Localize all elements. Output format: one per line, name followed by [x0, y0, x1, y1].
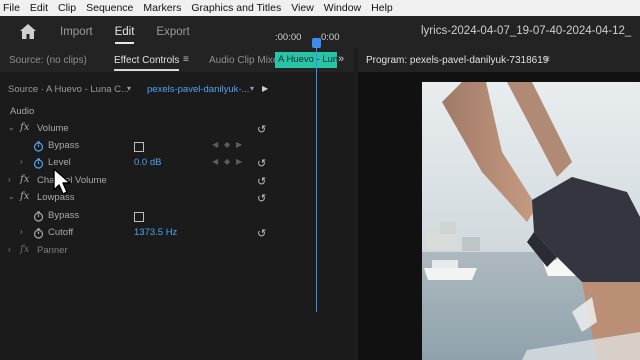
- stopwatch-icon[interactable]: [33, 158, 44, 169]
- stopwatch-icon[interactable]: [33, 141, 44, 152]
- audio-header: Audio: [0, 104, 272, 121]
- effect-controls-panel: Source · A Huevo - Luna C... ▾ pexels-pa…: [0, 72, 354, 360]
- panel-menu-icon[interactable]: ≡: [544, 54, 550, 65]
- fx-icon[interactable]: fx: [20, 191, 29, 202]
- add-keyframe-icon[interactable]: ◆: [224, 157, 230, 166]
- stopwatch-icon[interactable]: [33, 211, 44, 222]
- ruler-time-right: 0:00: [321, 32, 340, 43]
- reset-icon[interactable]: ↺: [257, 227, 266, 240]
- menu-view[interactable]: View: [291, 2, 314, 14]
- fx-icon[interactable]: fx: [20, 244, 29, 255]
- menu-markers[interactable]: Markers: [143, 2, 181, 14]
- cutoff-label: Cutoff: [48, 227, 74, 238]
- program-tabs: Program: pexels-pavel-danilyuk-7318619 ≡: [358, 48, 640, 72]
- video-frame-image: [422, 82, 640, 360]
- bypass-label: Bypass: [48, 210, 80, 221]
- video-frame[interactable]: [422, 82, 640, 360]
- program-monitor: Program: pexels-pavel-danilyuk-7318619 ≡: [358, 48, 640, 360]
- playhead-line[interactable]: [316, 38, 317, 312]
- more-tabs-icon[interactable]: »: [338, 53, 344, 65]
- param-cutoff: › Cutoff 1373.5 Hz ↺: [0, 225, 272, 242]
- menu-sequence[interactable]: Sequence: [86, 2, 133, 14]
- next-keyframe-icon[interactable]: ▶: [236, 140, 242, 149]
- add-keyframe-icon[interactable]: ◆: [224, 140, 230, 149]
- effect-volume[interactable]: ⌄ fx Volume ↺: [0, 121, 272, 138]
- effect-channel-volume[interactable]: › fx Channel Volume ↺: [0, 173, 272, 190]
- source-clip-label[interactable]: Source · A Huevo - Luna C...: [8, 84, 129, 95]
- param-level: › Level 0.0 dB ◀ ◆ ▶ ↺: [0, 155, 272, 172]
- panner-label: Panner: [37, 245, 68, 256]
- param-bypass: Bypass ◀ ◆ ▶: [0, 138, 272, 155]
- panel-menu-icon[interactable]: ≡: [183, 54, 189, 65]
- sequence-clip-label[interactable]: pexels-pavel-danilyuk-...: [147, 84, 249, 95]
- tab-effect-controls[interactable]: Effect Controls: [114, 55, 180, 71]
- menu-edit[interactable]: Edit: [30, 2, 48, 14]
- next-keyframe-icon[interactable]: ▶: [236, 157, 242, 166]
- cutoff-value[interactable]: 1373.5 Hz: [134, 227, 177, 238]
- prev-keyframe-icon[interactable]: ◀: [212, 140, 218, 149]
- mini-timeline-ruler[interactable]: :00:00 0:00: [275, 32, 340, 46]
- program-monitor-title[interactable]: Program: pexels-pavel-danilyuk-7318619: [366, 55, 548, 66]
- expand-icon[interactable]: ⌄: [8, 192, 15, 201]
- effect-panner[interactable]: › fx Panner: [0, 243, 272, 260]
- bypass-label: Bypass: [48, 140, 80, 151]
- left-panel: Source: (no clips) Effect Controls ≡ Aud…: [0, 48, 354, 360]
- tab-source[interactable]: Source: (no clips): [9, 55, 87, 66]
- source-row: Source · A Huevo - Luna C... ▾ pexels-pa…: [0, 82, 272, 100]
- menu-bar: File Edit Clip Sequence Markers Graphics…: [0, 0, 640, 16]
- timeline-clip[interactable]: A Huevo - Luna: [275, 52, 337, 68]
- expand-icon[interactable]: ›: [20, 227, 23, 236]
- workspace-tab-edit[interactable]: Edit: [114, 26, 134, 44]
- reset-icon[interactable]: ↺: [257, 123, 266, 136]
- mouse-cursor-icon: [53, 168, 71, 195]
- fx-icon[interactable]: fx: [20, 174, 29, 185]
- expand-icon[interactable]: ›: [8, 245, 11, 254]
- expand-icon[interactable]: ›: [20, 157, 23, 166]
- reset-icon[interactable]: ↺: [257, 175, 266, 188]
- menu-help[interactable]: Help: [371, 2, 393, 14]
- param-bypass-lowpass: Bypass: [0, 208, 272, 225]
- menu-file[interactable]: File: [3, 2, 20, 14]
- volume-label: Volume: [37, 123, 69, 134]
- chevron-down-icon[interactable]: ▾: [127, 84, 131, 93]
- window-title: lyrics-2024-04-07_19-07-40-2024-04-12_: [421, 25, 632, 37]
- bypass-checkbox[interactable]: [134, 142, 144, 152]
- home-icon[interactable]: [18, 22, 38, 42]
- expand-icon[interactable]: ›: [8, 175, 11, 184]
- play-icon[interactable]: ▶: [262, 84, 268, 93]
- workspace-tab-import[interactable]: Import: [60, 26, 93, 38]
- prev-keyframe-icon[interactable]: ◀: [212, 157, 218, 166]
- level-value[interactable]: 0.0 dB: [134, 157, 161, 168]
- menu-graphics-and-titles[interactable]: Graphics and Titles: [191, 2, 281, 14]
- reset-icon[interactable]: ↺: [257, 157, 266, 170]
- expand-icon[interactable]: ⌄: [8, 123, 15, 132]
- stopwatch-icon[interactable]: [33, 228, 44, 239]
- reset-icon[interactable]: ↺: [257, 192, 266, 205]
- ruler-time-left: :00:00: [275, 32, 302, 43]
- menu-window[interactable]: Window: [324, 2, 361, 14]
- effect-lowpass[interactable]: ⌄ fx Lowpass ↺: [0, 190, 272, 207]
- workspace-tab-export[interactable]: Export: [156, 26, 189, 38]
- audio-label: Audio: [10, 106, 35, 117]
- menu-clip[interactable]: Clip: [58, 2, 76, 14]
- chevron-down-icon[interactable]: ▾: [250, 84, 254, 93]
- bypass-checkbox[interactable]: [134, 212, 144, 222]
- level-label: Level: [48, 157, 71, 168]
- fx-icon[interactable]: fx: [20, 122, 29, 133]
